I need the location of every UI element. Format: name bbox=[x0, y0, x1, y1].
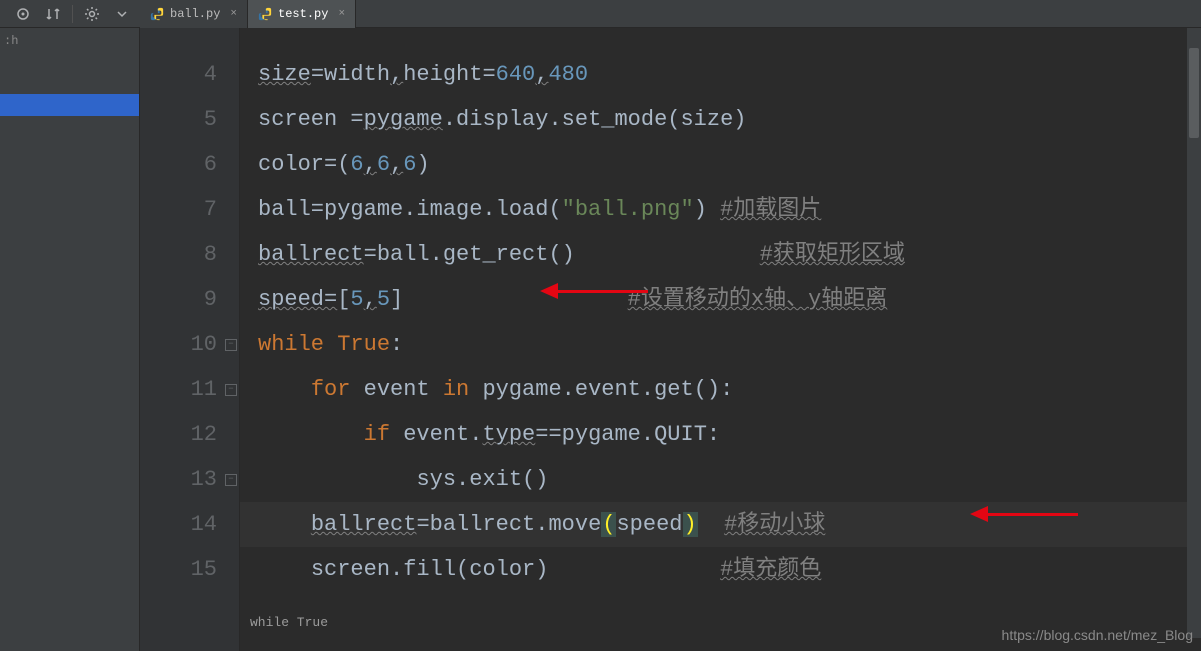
line-number: 9 bbox=[140, 277, 239, 322]
line-number: 8 bbox=[140, 232, 239, 277]
line-number: 13− bbox=[140, 457, 239, 502]
tab-label: test.py bbox=[278, 7, 328, 21]
code-line[interactable]: sys.exit() bbox=[240, 457, 1201, 502]
code-editor[interactable]: 4 5 6 7 8 9 10− 11− 12 13− 14 15 size=wi… bbox=[140, 28, 1201, 651]
line-number: 6 bbox=[140, 142, 239, 187]
tab-label: ball.py bbox=[170, 7, 220, 21]
sort-icon[interactable] bbox=[44, 5, 62, 23]
line-number: 10− bbox=[140, 322, 239, 367]
sidebar-text: :h bbox=[0, 28, 139, 54]
breadcrumb[interactable]: while True bbox=[140, 615, 328, 639]
python-file-icon bbox=[258, 7, 272, 21]
fold-icon[interactable]: − bbox=[225, 384, 237, 396]
scrollbar-thumb[interactable] bbox=[1189, 48, 1199, 138]
code-line[interactable]: while True: bbox=[240, 322, 1201, 367]
line-number: 7 bbox=[140, 187, 239, 232]
tab-test-py[interactable]: test.py × bbox=[248, 0, 356, 28]
editor-tabs: ball.py × test.py × bbox=[140, 0, 356, 28]
code-area[interactable]: size=width,height=640,480 screen =pygame… bbox=[240, 28, 1201, 651]
close-icon[interactable]: × bbox=[230, 8, 237, 20]
fold-icon[interactable]: − bbox=[225, 474, 237, 486]
project-sidebar[interactable]: :h bbox=[0, 28, 140, 651]
code-line[interactable]: size=width,height=640,480 bbox=[240, 52, 1201, 97]
python-file-icon bbox=[150, 7, 164, 21]
line-gutter: 4 5 6 7 8 9 10− 11− 12 13− 14 15 bbox=[140, 28, 240, 651]
code-line[interactable]: screen.fill(color) #填充颜色 bbox=[240, 547, 1201, 592]
code-line[interactable]: if event.type==pygame.QUIT: bbox=[240, 412, 1201, 457]
close-icon[interactable]: × bbox=[338, 8, 345, 20]
chevron-down-icon[interactable] bbox=[113, 5, 131, 23]
code-line[interactable]: speed=[5,5] #设置移动的x轴、y轴距离 bbox=[240, 277, 1201, 322]
line-number: 4 bbox=[140, 52, 239, 97]
target-icon[interactable] bbox=[14, 5, 32, 23]
annotation-arrow bbox=[540, 283, 648, 299]
separator bbox=[72, 5, 73, 23]
code-line[interactable]: screen =pygame.display.set_mode(size) bbox=[240, 97, 1201, 142]
fold-icon[interactable]: − bbox=[225, 339, 237, 351]
watermark: https://blog.csdn.net/mez_Blog bbox=[1002, 627, 1193, 643]
code-line[interactable]: color=(6,6,6) bbox=[240, 142, 1201, 187]
line-number: 12 bbox=[140, 412, 239, 457]
code-line[interactable]: ball=pygame.image.load("ball.png") #加载图片 bbox=[240, 187, 1201, 232]
gear-icon[interactable] bbox=[83, 5, 101, 23]
code-line[interactable]: for event in pygame.event.get(): bbox=[240, 367, 1201, 412]
tab-ball-py[interactable]: ball.py × bbox=[140, 0, 248, 28]
line-number: 11− bbox=[140, 367, 239, 412]
line-number: 5 bbox=[140, 97, 239, 142]
line-number: 14 bbox=[140, 502, 239, 547]
sidebar-selection[interactable] bbox=[0, 94, 139, 116]
annotation-arrow bbox=[970, 506, 1078, 522]
code-line[interactable]: ballrect=ball.get_rect() #获取矩形区域 bbox=[240, 232, 1201, 277]
line-number: 15 bbox=[140, 547, 239, 592]
vertical-scrollbar[interactable] bbox=[1187, 28, 1201, 638]
